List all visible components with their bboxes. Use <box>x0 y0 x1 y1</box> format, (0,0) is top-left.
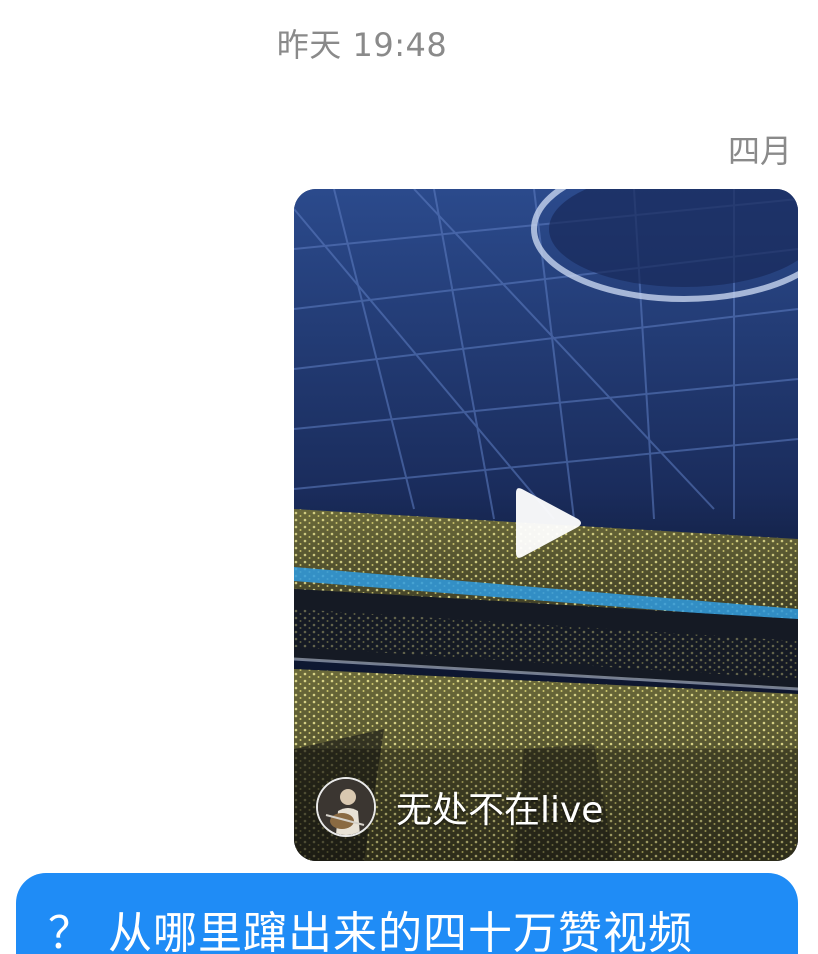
chat-screen: 昨天 19:48 四月 无处不在live ？ 从哪里蹿出来的四十万赞视频 <box>0 0 818 954</box>
video-author-name[interactable]: 无处不在live <box>396 781 603 833</box>
shared-video-card[interactable]: 无处不在live <box>294 189 798 861</box>
avatar-guitarist-icon <box>318 779 374 835</box>
message-timestamp: 昨天 19:48 <box>276 26 448 64</box>
message-text: ？ 从哪里蹿出来的四十万赞视频 <box>48 908 693 954</box>
sender-name: 四月 <box>727 132 792 170</box>
video-author-row[interactable]: 无处不在live <box>316 777 603 837</box>
author-avatar[interactable] <box>316 777 376 837</box>
play-icon[interactable] <box>512 483 584 563</box>
message-bubble[interactable]: ？ 从哪里蹿出来的四十万赞视频 <box>16 873 798 954</box>
